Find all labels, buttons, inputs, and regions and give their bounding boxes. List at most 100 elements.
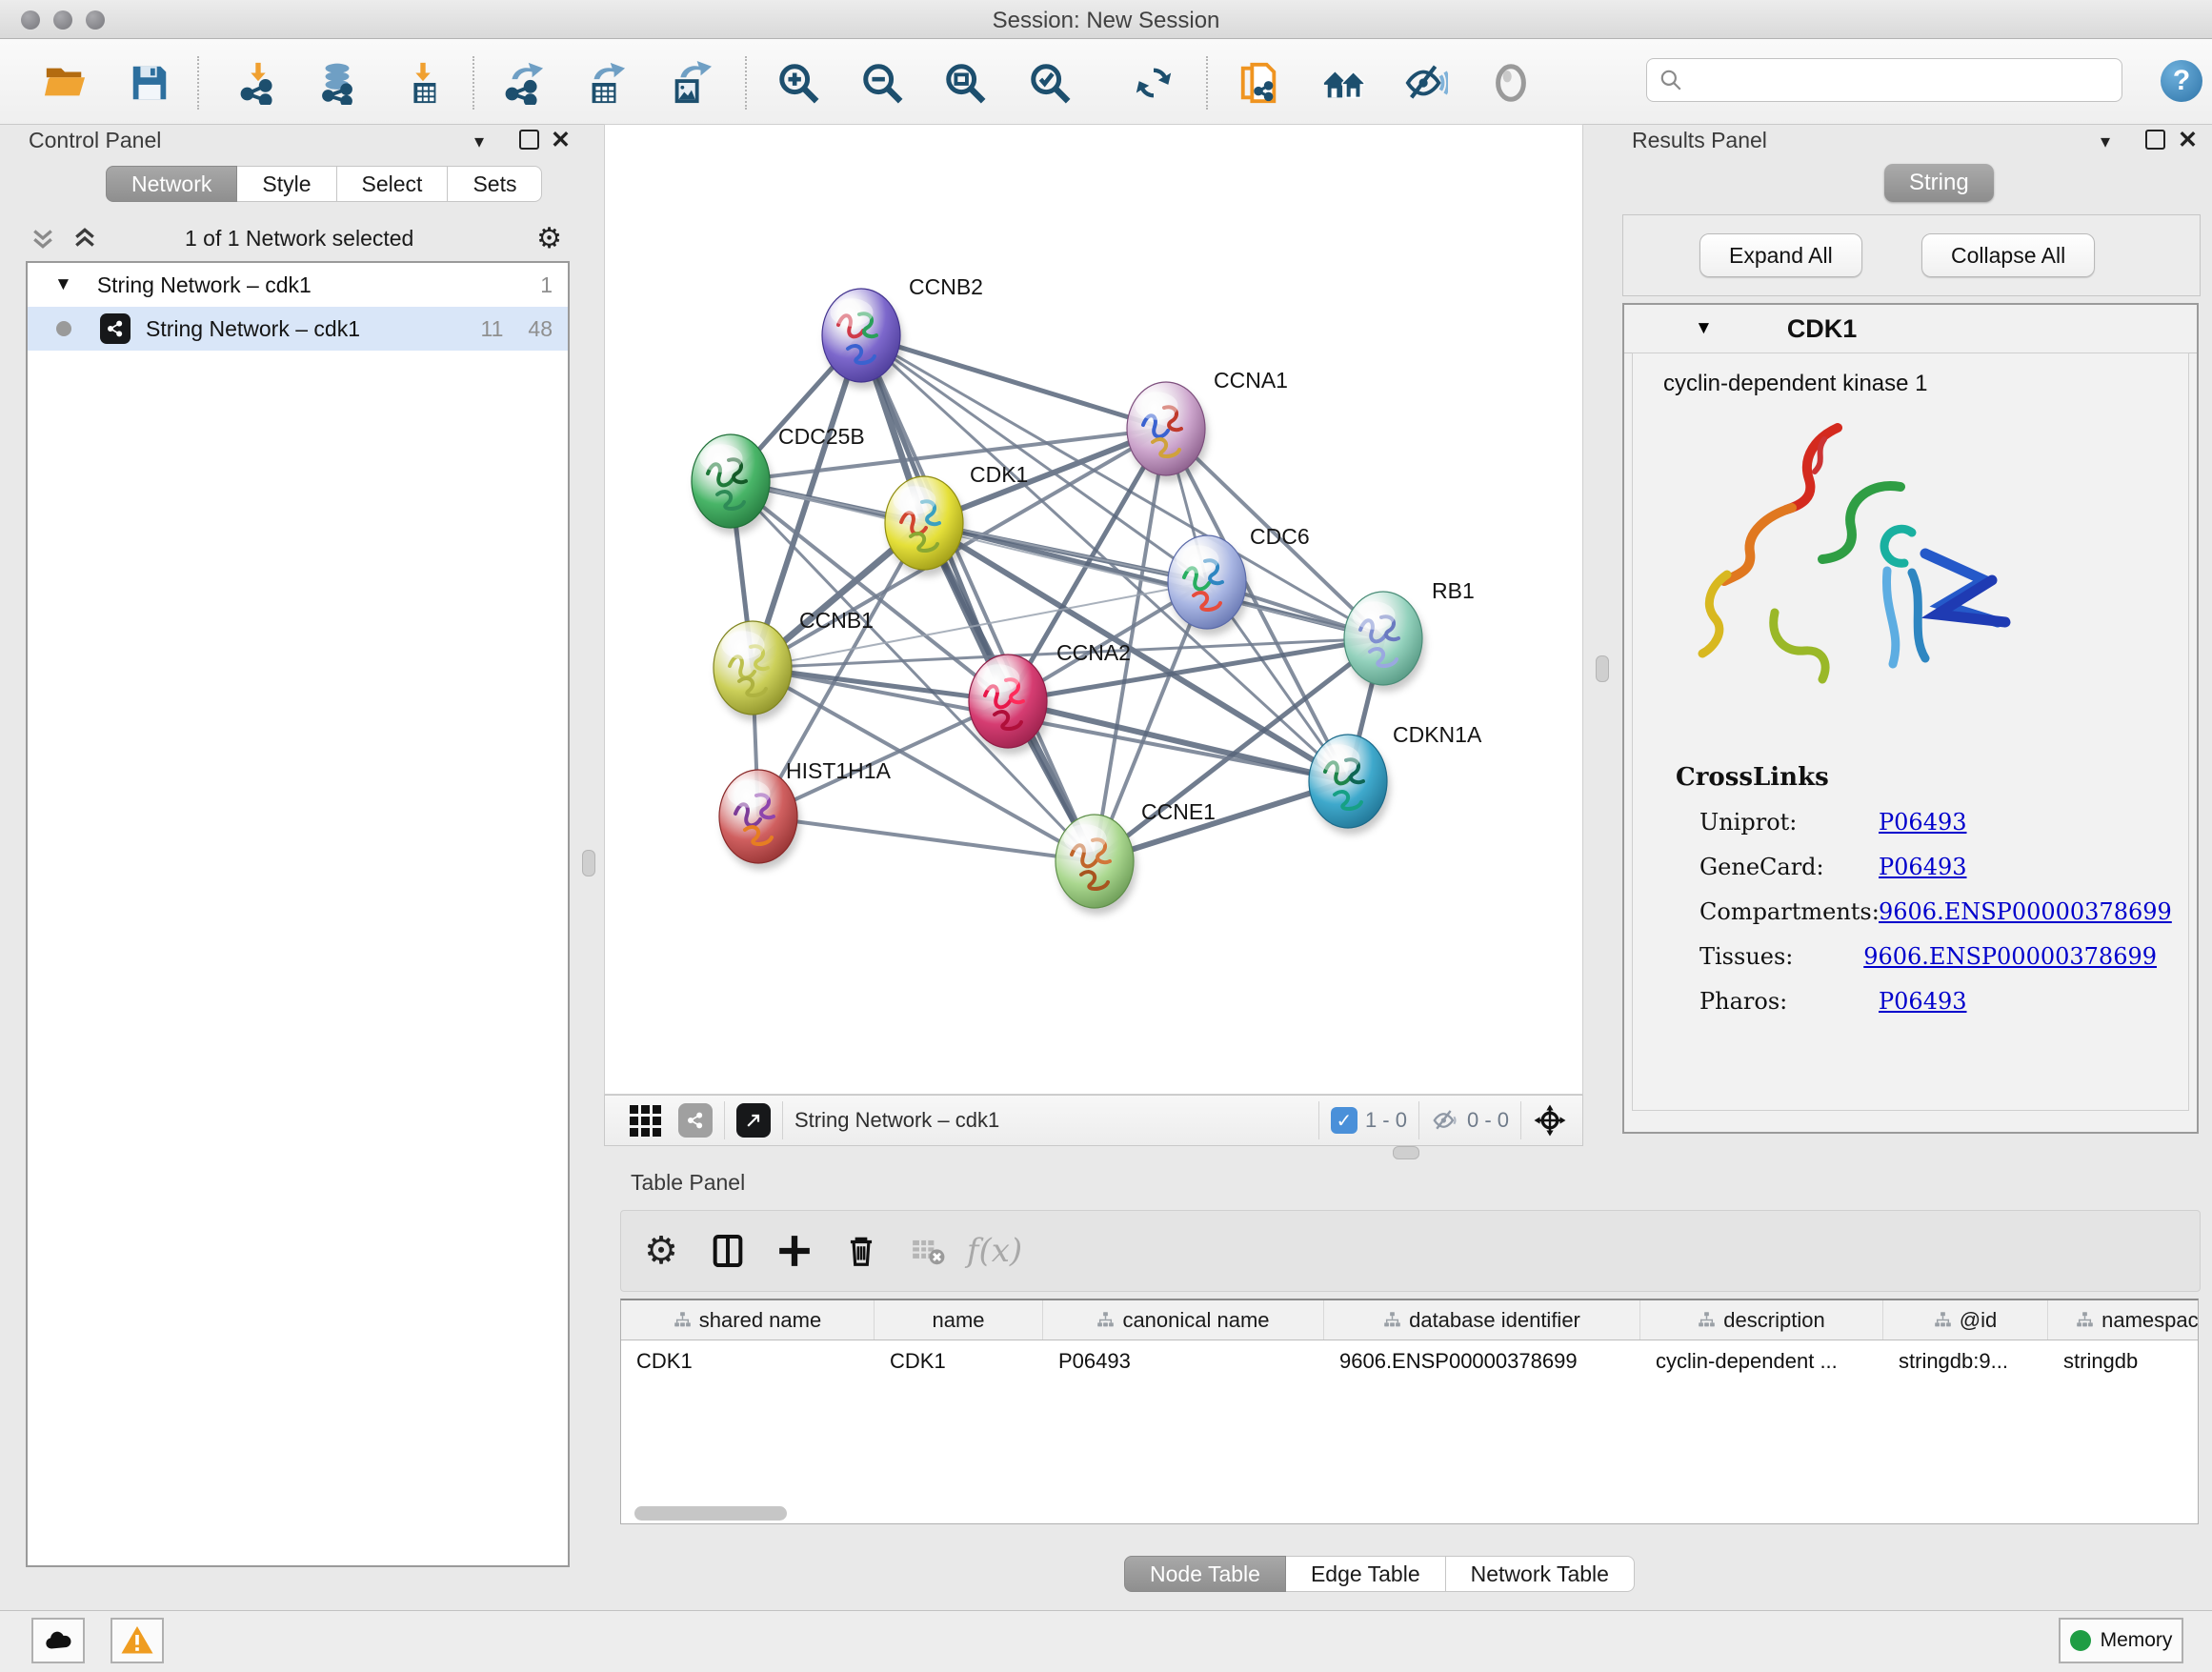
node-label-CCNE1: CCNE1 — [1141, 799, 1216, 824]
table-cell[interactable]: 9606.ENSP00000378699 — [1324, 1340, 1640, 1381]
gene-section-header[interactable]: ▼ CDK1 — [1624, 305, 2197, 353]
import-table-icon[interactable] — [400, 60, 446, 106]
hide-unhide-icon[interactable] — [1403, 60, 1449, 106]
tab-edge-table[interactable]: Edge Table — [1286, 1556, 1446, 1592]
tab-select[interactable]: Select — [337, 166, 449, 202]
search-box[interactable] — [1646, 58, 2122, 102]
open-in-browser-icon[interactable] — [736, 1103, 771, 1138]
memory-button[interactable]: Memory — [2059, 1618, 2183, 1663]
zoom-fit-icon[interactable] — [942, 60, 988, 106]
edge-HIST1H1A-CCNE1[interactable] — [758, 816, 1095, 861]
tab-network[interactable]: Network — [106, 166, 237, 202]
column-header-database-identifier[interactable]: database identifier — [1324, 1300, 1640, 1340]
node-table[interactable]: shared namenamecanonical namedatabase id… — [620, 1299, 2199, 1524]
collapse-all-networks-icon[interactable] — [29, 224, 57, 252]
crosslink-value-link[interactable]: P06493 — [1879, 988, 1967, 1015]
expand-all-networks-icon[interactable] — [70, 224, 99, 252]
network-node-HIST1H1A[interactable] — [719, 770, 800, 870]
results-panel-float-icon[interactable] — [2145, 130, 2165, 150]
tab-sets[interactable]: Sets — [448, 166, 542, 202]
tab-network-table[interactable]: Network Table — [1446, 1556, 1635, 1592]
edge-CCNA2-CDKN1A[interactable] — [1008, 701, 1348, 781]
delete-table-icon[interactable] — [901, 1224, 955, 1278]
right-splitter-handle[interactable] — [1596, 655, 1609, 682]
results-panel-menu-icon[interactable]: ▾ — [2101, 130, 2110, 153]
crosslink-value-link[interactable]: 9606.ENSP00000378699 — [1879, 898, 2172, 925]
left-splitter-handle[interactable] — [582, 850, 595, 876]
column-header-namespace[interactable]: namespace — [2048, 1300, 2199, 1340]
table-cell[interactable]: cyclin-dependent ... — [1640, 1340, 1883, 1381]
network-node-CDKN1A[interactable] — [1309, 735, 1390, 835]
network-share-icon[interactable] — [678, 1103, 713, 1138]
refresh-icon[interactable] — [1131, 60, 1176, 106]
column-header-canonical-name[interactable]: canonical name — [1043, 1300, 1324, 1340]
table-cell[interactable]: CDK1 — [621, 1340, 875, 1381]
table-horizontal-scrollbar[interactable] — [634, 1506, 787, 1521]
tab-style[interactable]: Style — [237, 166, 336, 202]
fit-selected-crosshair-icon[interactable] — [1533, 1103, 1567, 1138]
network-node-CCNA1[interactable] — [1127, 382, 1208, 482]
highlight-icon[interactable] — [1488, 60, 1534, 106]
collapse-all-button[interactable]: Collapse All — [1921, 233, 2095, 277]
column-header-description[interactable]: description — [1640, 1300, 1883, 1340]
edge-CCNB2-CCNE1[interactable] — [861, 335, 1095, 861]
network-node-CDK1[interactable] — [885, 476, 966, 576]
network-canvas[interactable]: CCNB2CCNA1CDC25BCDK1CDC6RB1CCNB1CCNA2CDK… — [604, 124, 1583, 1095]
import-network-icon[interactable] — [235, 60, 281, 106]
network-graph[interactable]: CCNB2CCNA1CDC25BCDK1CDC6RB1CCNB1CCNA2CDK… — [605, 125, 1582, 1094]
crosslink-value-link[interactable]: P06493 — [1879, 809, 1967, 836]
table-row[interactable]: CDK1CDK1P064939606.ENSP00000378699cyclin… — [621, 1340, 2198, 1381]
control-panel-float-icon[interactable] — [519, 130, 539, 150]
warnings-button[interactable] — [111, 1618, 164, 1663]
search-input[interactable] — [1683, 67, 2097, 93]
edge-CCNB2-CCNA1[interactable] — [861, 335, 1166, 429]
network-node-CDC6[interactable] — [1168, 535, 1249, 635]
network-row[interactable]: String Network – cdk1 11 48 — [28, 307, 568, 351]
control-panel-close-icon[interactable]: ✕ — [551, 126, 571, 154]
network-node-CCNE1[interactable] — [1056, 815, 1136, 915]
crosslink-value-link[interactable]: 9606.ENSP00000378699 — [1863, 943, 2157, 970]
function-builder-icon[interactable]: f(x) — [968, 1224, 1021, 1278]
expand-all-button[interactable]: Expand All — [1699, 233, 1862, 277]
collection-expand-icon[interactable]: ▼ — [54, 274, 72, 295]
results-panel-close-icon[interactable]: ✕ — [2178, 126, 2198, 154]
gene-expand-icon[interactable]: ▼ — [1695, 318, 1713, 339]
cloud-button[interactable] — [31, 1618, 85, 1663]
network-node-CCNA2[interactable] — [969, 655, 1050, 755]
column-header-name[interactable]: name — [875, 1300, 1043, 1340]
export-network-icon[interactable] — [500, 60, 546, 106]
selected-checkbox-icon[interactable]: ✓ — [1331, 1107, 1357, 1134]
table-cell[interactable]: P06493 — [1043, 1340, 1324, 1381]
save-session-icon[interactable] — [127, 60, 172, 106]
table-cell[interactable]: stringdb:9... — [1883, 1340, 2048, 1381]
birds-eye-grid-icon[interactable] — [630, 1105, 661, 1137]
zoom-out-icon[interactable] — [859, 60, 905, 106]
zoom-selected-icon[interactable] — [1027, 60, 1073, 106]
column-header-shared-name[interactable]: shared name — [621, 1300, 875, 1340]
help-icon[interactable]: ? — [2161, 60, 2202, 102]
export-table-icon[interactable] — [582, 60, 628, 106]
zoom-in-icon[interactable] — [775, 60, 821, 106]
network-node-CCNB2[interactable] — [822, 289, 903, 389]
network-node-CCNB1[interactable] — [714, 621, 794, 721]
network-collection-row[interactable]: ▼ String Network – cdk1 1 — [28, 263, 568, 307]
share-document-icon[interactable] — [1237, 60, 1282, 106]
export-image-icon[interactable] — [667, 60, 713, 106]
open-session-icon[interactable] — [42, 60, 88, 106]
table-settings-icon[interactable]: ⚙ — [634, 1224, 688, 1278]
control-panel-tabs: NetworkStyleSelectSets — [106, 166, 542, 202]
delete-column-icon[interactable] — [835, 1224, 888, 1278]
show-columns-icon[interactable] — [701, 1224, 754, 1278]
column-header--id[interactable]: @id — [1883, 1300, 2048, 1340]
table-cell[interactable]: CDK1 — [875, 1340, 1043, 1381]
crosslink-value-link[interactable]: P06493 — [1879, 854, 1967, 880]
table-cell[interactable]: stringdb — [2048, 1340, 2199, 1381]
import-network-from-database-icon[interactable] — [314, 60, 360, 106]
network-options-gear-icon[interactable]: ⚙ — [536, 222, 562, 255]
network-node-RB1[interactable] — [1344, 592, 1425, 692]
control-panel-menu-icon[interactable]: ▾ — [474, 130, 484, 153]
add-column-icon[interactable] — [768, 1224, 821, 1278]
string-home-icon[interactable] — [1321, 60, 1367, 106]
tab-string[interactable]: String — [1884, 164, 1994, 202]
tab-node-table[interactable]: Node Table — [1124, 1556, 1286, 1592]
